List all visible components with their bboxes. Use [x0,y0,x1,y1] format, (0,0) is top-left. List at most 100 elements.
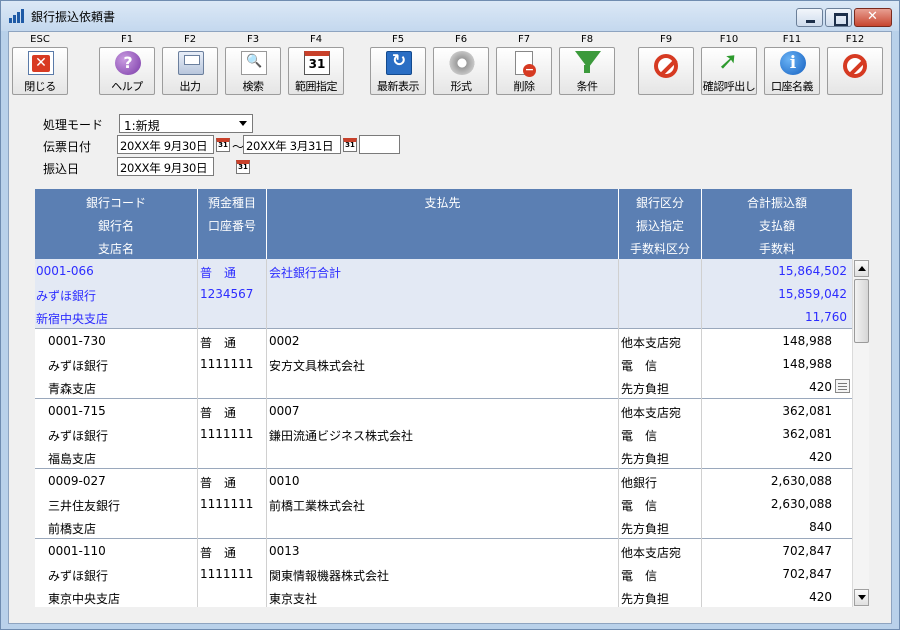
chevron-down-icon[interactable] [235,115,252,132]
header-account[interactable]: 預金種目 口座番号 [198,189,267,259]
table-row[interactable]: 0001-110 みずほ銀行 東京中央支店 普 通 1111111 0013 関… [35,539,852,607]
output-button[interactable]: 出力 [162,47,218,95]
account-cell: 普 通 1111111 [198,329,267,399]
arrow-icon [717,47,743,75]
minimize-button[interactable] [796,8,823,27]
fkey-f1: F1 ヘルプ [97,32,157,96]
gear-icon [449,51,475,75]
fkey-f3: F3 検索 [223,32,283,96]
help-button[interactable]: ヘルプ [99,47,155,95]
calendar-icon[interactable] [236,160,250,174]
memo-icon[interactable] [835,379,850,393]
help-icon [115,51,141,75]
mode-select[interactable]: 1:新規 [119,114,253,133]
bank-cell: 0001-110 みずほ銀行 東京中央支店 [35,539,198,607]
class-cell: 他銀行 電 信 先方負担 [619,469,702,539]
fkey-f8-key: F8 [580,34,594,45]
account-no: 1111111 [200,497,254,511]
scroll-thumb[interactable] [854,279,869,343]
payee-name: 関東情報機器株式会社 [269,569,390,583]
bank-class: 他本支店宛 [621,546,682,560]
table-row[interactable]: 0001-715 みずほ銀行 福島支店 普 通 1111111 0007 鎌田流… [35,399,852,469]
fkey-f5: F5 最新表示 [368,32,428,96]
format-button[interactable]: 形式 [433,47,489,95]
amount-cell: 2,630,088 2,630,088 840 [702,469,852,539]
slip-date-from-input[interactable]: 20XX年 9月30日 [117,135,214,154]
header-amount[interactable]: 合計振込額 支払額 手数料 [702,189,852,259]
scroll-down-icon[interactable] [854,589,869,606]
payee-code: 0002 [269,334,300,348]
summary-row[interactable]: 0001-066 みずほ銀行 新宿中央支店 普 通 1234567 会社銀行合計… [35,259,852,329]
fkey-f7: F7 削除 [494,32,554,96]
close-icon [855,9,891,26]
filter-form: 処理モード 1:新規 伝票日付 20XX年 9月30日 ～ 20XX年 3月31… [9,108,891,188]
refresh-icon [386,51,412,75]
summary-class-cell [619,259,702,329]
calendar-icon[interactable] [216,138,230,152]
fkey-f6: F6 形式 [431,32,491,96]
confirm-recall-button[interactable]: 確認呼出し [701,47,757,95]
slip-date-label: 伝票日付 [43,140,92,154]
fkey-f12-key: F12 [845,34,865,45]
summary-payee: 会社銀行合計 [269,266,342,280]
amount-cell: 148,988 148,988 420 [702,329,852,399]
delete-button[interactable]: 削除 [496,47,552,95]
branch-name: 前橋支店 [48,522,97,536]
summary-amount-cell: 15,864,502 15,859,042 11,760 [702,259,852,329]
f12-button[interactable] [827,47,883,95]
maximize-button[interactable] [825,8,852,27]
close-button[interactable]: 閉じる [12,47,68,95]
fkey-f3-key: F3 [246,34,260,45]
refresh-button[interactable]: 最新表示 [370,47,426,95]
bank-name: みずほ銀行 [48,429,109,443]
slip-date-to-input[interactable]: 20XX年 3月31日 [243,135,341,154]
payee-cell: 0007 鎌田流通ビジネス株式会社 [267,399,619,469]
f9-button[interactable] [638,47,694,95]
close-window-button[interactable] [854,8,892,27]
transfer-date-input[interactable]: 20XX年 9月30日 [117,157,214,176]
account-name-button[interactable]: 口座名義 [764,47,820,95]
total-amount: 702,847 [782,544,832,558]
calendar-icon[interactable] [343,138,357,152]
header-bank[interactable]: 銀行コード 銀行名 支店名 [35,189,198,259]
fkey-f9-key: F9 [659,34,673,45]
account-no: 1111111 [200,427,254,441]
fkey-f10: F10 確認呼出し [699,32,759,96]
scroll-up-icon[interactable] [854,260,869,277]
fkey-f1-key: F1 [120,34,134,45]
amount-cell: 702,847 702,847 420 [702,539,852,607]
function-key-bar: ESC 閉じる F1 ヘルプ F2 出力 [9,32,891,100]
title-bar[interactable]: 銀行振込依頼書 [1,1,899,31]
header-payee[interactable]: 支払先 [267,189,619,259]
range-button[interactable]: 範囲指定 [288,47,344,95]
calendar-icon [304,51,330,75]
search-button-label: 検索 [242,80,265,93]
condition-button[interactable]: 条件 [559,47,615,95]
transfer-date-value: 20XX年 9月30日 [120,161,208,175]
header-account-no: 口座番号 [207,219,256,233]
bank-cell: 0009-027 三井住友銀行 前橋支店 [35,469,198,539]
condition-button-label: 条件 [576,80,599,93]
bank-class: 他本支店宛 [621,406,682,420]
close-button-label: 閉じる [24,80,56,93]
payee-code: 0010 [269,474,300,488]
account-cell: 普 通 1111111 [198,469,267,539]
bank-name: 三井住友銀行 [48,499,121,513]
header-bank-class[interactable]: 銀行区分 振込指定 手数料区分 [619,189,702,259]
header-bank-class-label: 銀行区分 [635,196,684,210]
paid-amount: 2,630,088 [770,497,832,511]
payee-code: 0013 [269,544,300,558]
slip-date-extra-field[interactable] [359,135,400,154]
search-button[interactable]: 検索 [225,47,281,95]
fee-class: 先方負担 [621,522,670,536]
mode-label: 処理モード [43,118,104,132]
vertical-scrollbar[interactable] [852,259,869,607]
table-row[interactable]: 0001-730 みずほ銀行 青森支店 普 通 1111111 0002 安方文… [35,329,852,399]
payee-cell: 0013 関東情報機器株式会社 東京支社 [267,539,619,607]
summary-paid: 15,859,042 [778,287,847,301]
total-amount: 148,988 [782,334,832,348]
account-no: 1111111 [200,357,254,371]
summary-bank-cell: 0001-066 みずほ銀行 新宿中央支店 [35,259,198,329]
fkey-f7-key: F7 [517,34,531,45]
table-row[interactable]: 0009-027 三井住友銀行 前橋支店 普 通 1111111 0010 前橋… [35,469,852,539]
